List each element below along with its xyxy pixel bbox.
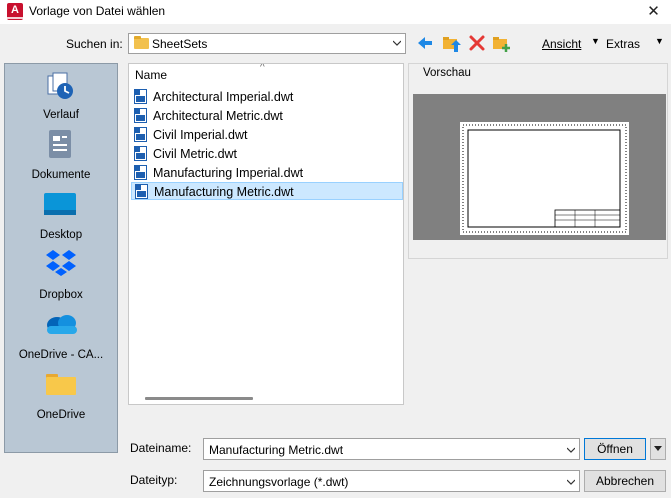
close-button[interactable]: ✕ <box>636 0 671 24</box>
view-menu-caret[interactable]: ▼ <box>591 36 600 46</box>
filename-label: Dateiname: <box>130 441 192 455</box>
look-in-value: SheetSets <box>152 37 208 51</box>
open-options-button[interactable] <box>650 438 666 460</box>
delete-icon[interactable] <box>467 33 487 53</box>
file-name: Civil Imperial.dwt <box>153 128 248 142</box>
dwt-file-icon <box>134 127 147 142</box>
file-name: Architectural Imperial.dwt <box>153 90 294 104</box>
up-folder-icon[interactable] <box>441 33 461 53</box>
autocad-app-icon: A <box>7 3 23 20</box>
cancel-button[interactable]: Abbrechen <box>584 470 666 492</box>
place-label-desktop: Desktop <box>39 229 83 241</box>
place-dropbox[interactable]: Dropbox <box>5 244 117 304</box>
filetype-label: Dateityp: <box>130 473 178 487</box>
place-label-onedrive-business: OneDrive - CA... <box>18 349 104 361</box>
chevron-down-icon <box>393 40 401 46</box>
sort-ascending-icon: ^ <box>260 63 265 73</box>
filename-combo[interactable]: Manufacturing Metric.dwt <box>203 438 580 460</box>
place-desktop[interactable]: Desktop <box>5 184 117 244</box>
column-header-label: Name <box>135 68 168 82</box>
filetype-combo[interactable]: Zeichnungsvorlage (*.dwt) <box>203 470 580 492</box>
place-documents[interactable]: Dokumente <box>5 124 117 184</box>
chevron-down-icon <box>567 447 575 453</box>
place-onedrive[interactable]: OneDrive <box>5 364 117 424</box>
preview-label: Vorschau <box>423 67 471 79</box>
file-row[interactable]: Manufacturing Imperial.dwt <box>131 164 403 182</box>
view-menu-label: Ansicht <box>542 37 582 51</box>
open-button[interactable]: Öffnen <box>584 438 646 460</box>
file-name: Manufacturing Imperial.dwt <box>153 166 304 180</box>
horizontal-scrollbar[interactable] <box>145 397 253 400</box>
filename-value: Manufacturing Metric.dwt <box>209 443 344 457</box>
dropbox-icon <box>46 250 76 276</box>
look-in-label: Suchen in: <box>66 37 123 51</box>
file-name: Architectural Metric.dwt <box>153 109 283 123</box>
file-name: Civil Metric.dwt <box>153 147 238 161</box>
file-row[interactable]: Civil Imperial.dwt <box>131 126 403 144</box>
place-label-dropbox: Dropbox <box>39 289 83 301</box>
file-name: Manufacturing Metric.dwt <box>154 185 294 199</box>
drawing-sheet-preview <box>460 122 629 235</box>
dwt-file-icon <box>134 165 147 180</box>
new-folder-icon[interactable] <box>491 33 511 53</box>
window-title: Vorlage von Datei wählen <box>29 4 166 18</box>
onedrive-folder-icon <box>46 374 76 395</box>
onedrive-cloud-icon <box>47 315 77 334</box>
tools-menu-caret[interactable]: ▼ <box>655 36 664 46</box>
column-header-name[interactable]: Name <box>135 68 167 82</box>
file-list[interactable]: Name ^ Architectural Imperial.dwt Archit… <box>128 63 404 405</box>
dwt-file-icon <box>134 146 147 161</box>
file-row[interactable]: Architectural Metric.dwt <box>131 107 403 125</box>
places-bar: Verlauf Dokumente Desktop Dropbox OneDri… <box>4 63 118 453</box>
view-menu[interactable]: Ansicht <box>542 37 581 51</box>
folder-icon <box>134 36 149 49</box>
file-row[interactable]: Architectural Imperial.dwt <box>131 88 403 106</box>
tools-menu-label: Extras <box>606 37 641 51</box>
chevron-down-icon <box>567 479 575 485</box>
file-row[interactable]: Civil Metric.dwt <box>131 145 403 163</box>
place-label-onedrive: OneDrive <box>36 409 86 421</box>
tools-menu[interactable]: Extras <box>606 37 640 51</box>
place-history[interactable]: Verlauf <box>5 64 117 124</box>
place-onedrive-business[interactable]: OneDrive - CA... <box>5 304 117 364</box>
dwt-file-icon <box>134 89 147 104</box>
history-icon <box>47 72 73 99</box>
caret-down-icon <box>654 446 662 451</box>
place-label-documents: Dokumente <box>31 169 91 181</box>
dwt-file-icon <box>135 184 148 199</box>
file-row-selected[interactable]: Manufacturing Metric.dwt <box>131 182 403 200</box>
look-in-combo[interactable]: SheetSets <box>128 33 406 54</box>
filetype-value: Zeichnungsvorlage (*.dwt) <box>209 475 349 489</box>
dwt-file-icon <box>134 108 147 123</box>
back-arrow-icon[interactable] <box>415 33 435 53</box>
documents-icon <box>49 130 71 158</box>
place-label-history: Verlauf <box>43 109 79 121</box>
desktop-icon <box>44 193 76 215</box>
